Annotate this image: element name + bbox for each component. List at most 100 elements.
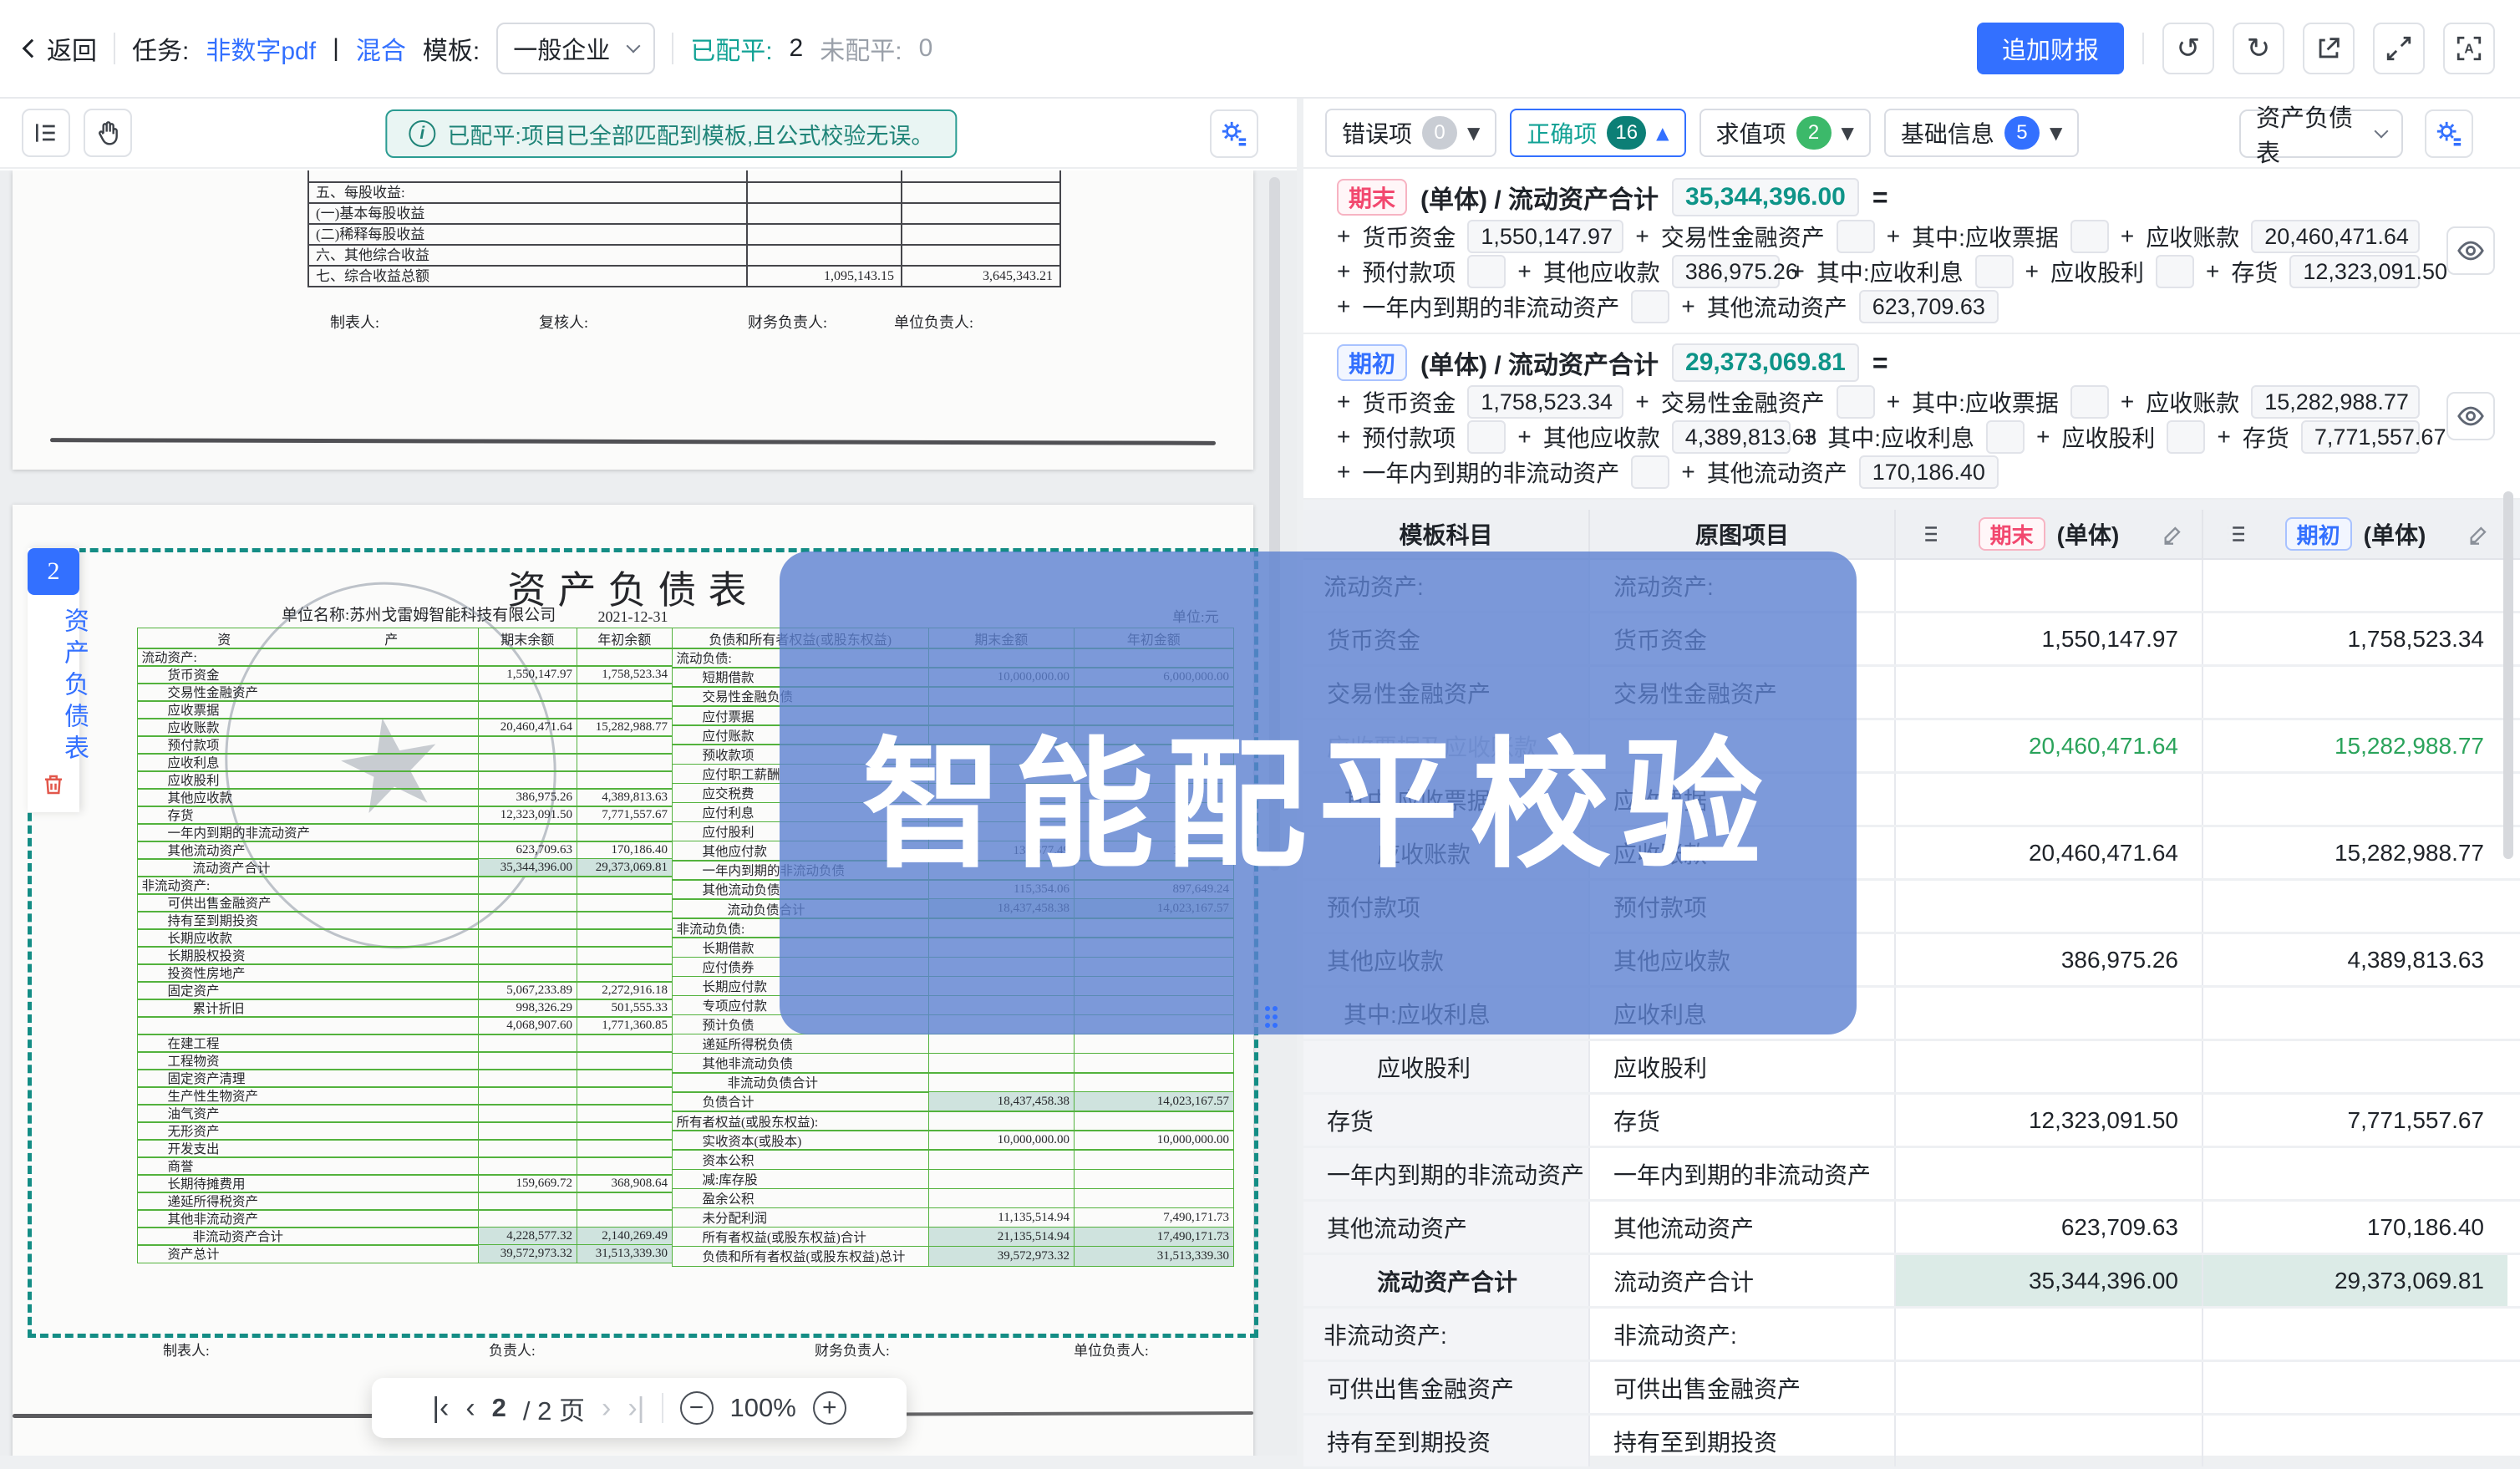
formula-item-value[interactable] (1986, 420, 2025, 454)
doc-ocr-row[interactable]: 一年内到期的非流动负债 (673, 860, 1234, 881)
add-report-button[interactable]: 追加财报 (1977, 23, 2124, 74)
doc-ocr-row[interactable]: 其他流动资产623,709.63170,186.40 (138, 841, 673, 860)
doc-ocr-row[interactable]: 油气资产 (138, 1104, 673, 1123)
table-row[interactable]: 存货存货12,323,091.507,771,557.67 (1303, 1095, 2520, 1148)
doc-ocr-row[interactable]: 递延所得税资产 (138, 1192, 673, 1211)
end-value-cell[interactable] (1896, 1309, 2203, 1360)
list-icon[interactable] (1916, 521, 1941, 546)
doc-ocr-row[interactable]: 流动负债合计18,437,458.3814,023,167.57 (673, 898, 1234, 919)
filter-errors[interactable]: 错误项 0 ▼ (1325, 109, 1496, 157)
task-mode-link[interactable]: 混合 (356, 30, 406, 67)
doc-ocr-row[interactable]: 应付债券 (673, 957, 1234, 978)
formula-total-value[interactable]: 29,373,069.81 (1672, 343, 1859, 382)
list-icon[interactable] (2223, 521, 2248, 546)
table-row[interactable]: 非流动资产:非流动资产: (1303, 1309, 2520, 1362)
doc-ocr-row[interactable]: 应收票据 (138, 700, 673, 719)
doc-ocr-row[interactable]: 应付股利 (673, 821, 1234, 842)
doc-ocr-row[interactable]: 预计负债 (673, 1014, 1234, 1035)
doc-ocr-row[interactable]: 所有者权益(或股东权益): (673, 1111, 1234, 1131)
doc-ocr-row[interactable]: 所有者权益(或股东权益)合计21,135,514.9417,490,171.73 (673, 1227, 1234, 1248)
document-viewer[interactable]: 五、每股收益:(一)基本每股收益(二)稀释每股收益六、其他综合收益七、综合收益总… (0, 170, 1297, 1456)
table-row[interactable]: 交易性金融资产交易性金融资产 (1303, 667, 2520, 720)
doc-ocr-row[interactable]: 累计折旧998,326.29501,555.33 (138, 999, 673, 1018)
formula-item-value[interactable]: 386,975.26 (1672, 255, 1780, 288)
doc-ocr-row[interactable]: 商誉 (138, 1156, 673, 1176)
end-value-cell[interactable]: 386,975.26 (1896, 934, 2203, 985)
formula-item-value[interactable] (1837, 220, 1875, 253)
doc-ocr-row[interactable]: 专项应付款 (673, 995, 1234, 1016)
formula-item-value[interactable]: 15,282,988.77 (2251, 385, 2420, 419)
doc-ocr-row[interactable]: 货币资金1,550,147.971,758,523.34 (138, 665, 673, 684)
formula-item-value[interactable]: 170,186.40 (1859, 455, 1999, 489)
begin-value-cell[interactable] (2203, 1309, 2507, 1360)
end-value-cell[interactable]: 35,344,396.00 (1896, 1255, 2203, 1306)
begin-value-cell[interactable]: 15,282,988.77 (2203, 827, 2507, 878)
export-button[interactable] (2303, 23, 2355, 74)
next-page-button[interactable]: › (602, 1394, 611, 1422)
table-row[interactable]: 可供出售金融资产可供出售金融资产 (1303, 1362, 2520, 1416)
back-button[interactable]: 返回 (25, 30, 97, 67)
doc-ocr-row[interactable]: 其他应付款133,677.49183,239.99 (673, 841, 1234, 862)
doc-ocr-row[interactable]: 减:库存股 (673, 1169, 1234, 1190)
doc-ocr-row[interactable]: 应付账款 (673, 724, 1234, 745)
doc-ocr-row[interactable]: 未分配利润11,135,514.947,490,171.73 (673, 1207, 1234, 1228)
begin-value-cell[interactable] (2203, 988, 2507, 1039)
doc-ocr-row[interactable]: 盈余公积 (673, 1188, 1234, 1209)
toggle-visibility-button[interactable] (2446, 226, 2495, 275)
doc-ocr-row[interactable]: 资产总计39,572,973.3231,513,339.30 (138, 1244, 673, 1263)
end-value-cell[interactable] (1896, 667, 2203, 718)
doc-ocr-row[interactable]: 长期股权投资 (138, 946, 673, 965)
end-value-cell[interactable] (1896, 560, 2203, 611)
begin-value-cell[interactable] (2203, 560, 2507, 611)
table-row[interactable]: 货币资金货币资金1,550,147.971,758,523.34 (1303, 613, 2520, 667)
doc-ocr-row[interactable]: 固定资产5,067,233.892,272,916.18 (138, 981, 673, 1000)
refresh-button[interactable]: ↻ (2233, 23, 2284, 74)
fullscreen-button[interactable] (2373, 23, 2425, 74)
doc-ocr-row[interactable]: 应交税费 (673, 783, 1234, 804)
begin-value-cell[interactable] (2203, 774, 2507, 825)
doc-ocr-row[interactable]: 应付利息 (673, 802, 1234, 823)
end-value-cell[interactable] (1896, 1362, 2203, 1413)
formula-item-value[interactable]: 12,323,091.50 (2289, 255, 2420, 288)
end-value-cell[interactable] (1896, 1041, 2203, 1092)
end-value-cell[interactable]: 20,460,471.64 (1896, 827, 2203, 878)
doc-ocr-row[interactable]: 短期借款10,000,000.006,000,000.00 (673, 667, 1234, 688)
doc-ocr-row[interactable]: 流动资产合计35,344,396.0029,373,069.81 (138, 858, 673, 877)
formula-item-value[interactable]: 1,550,147.97 (1467, 220, 1623, 253)
end-value-cell[interactable] (1896, 988, 2203, 1039)
document-scrollbar[interactable] (1269, 177, 1280, 871)
table-row[interactable]: 持有至到期投资持有至到期投资 (1303, 1416, 2520, 1469)
doc-ocr-row[interactable]: 可供出售金融资产 (138, 893, 673, 912)
toggle-visibility-button[interactable] (2446, 392, 2495, 440)
formula-item-value[interactable] (2070, 220, 2109, 253)
edit-icon[interactable] (2162, 522, 2185, 546)
table-row[interactable]: 其中:应收利息应收利息 (1303, 988, 2520, 1041)
doc-ocr-row[interactable]: 交易性金融负债 (673, 686, 1234, 707)
template-select[interactable]: 一般企业 (496, 23, 655, 74)
doc-ocr-row[interactable]: 在建工程 (138, 1034, 673, 1053)
hand-tool-button[interactable] (84, 109, 132, 157)
end-value-cell[interactable] (1896, 1416, 2203, 1466)
doc-ocr-row[interactable]: 无形资产 (138, 1121, 673, 1141)
zoom-out-button[interactable]: − (680, 1391, 714, 1425)
begin-value-cell[interactable] (2203, 1041, 2507, 1092)
begin-value-cell[interactable]: 15,282,988.77 (2203, 720, 2507, 771)
doc-ocr-row[interactable]: 应付票据 (673, 705, 1234, 726)
end-value-cell[interactable] (1896, 881, 2203, 932)
doc-ocr-row[interactable]: 应收利息 (138, 753, 673, 772)
doc-ocr-row[interactable]: 工程物资 (138, 1051, 673, 1070)
begin-value-cell[interactable] (2203, 1416, 2507, 1466)
end-value-cell[interactable] (1896, 774, 2203, 825)
begin-value-cell[interactable]: 4,389,813.63 (2203, 934, 2507, 985)
match-settings-button[interactable] (1210, 109, 1258, 158)
begin-value-cell[interactable]: 1,758,523.34 (2203, 613, 2507, 664)
formula-item-value[interactable] (1467, 420, 1506, 454)
table-row[interactable]: 流动资产:流动资产: (1303, 560, 2520, 613)
history-button[interactable]: ↺ (2162, 23, 2214, 74)
doc-ocr-row[interactable]: 长期应付款 (673, 976, 1234, 997)
begin-value-cell[interactable]: 29,373,069.81 (2203, 1255, 2507, 1306)
prev-page-button[interactable]: ‹ (465, 1394, 475, 1422)
sheet-select[interactable]: 资产负债表 (2239, 109, 2403, 158)
table-row[interactable]: 应收账款应收账款20,460,471.6415,282,988.77 (1303, 827, 2520, 881)
doc-ocr-row[interactable]: 应收股利 (138, 770, 673, 790)
